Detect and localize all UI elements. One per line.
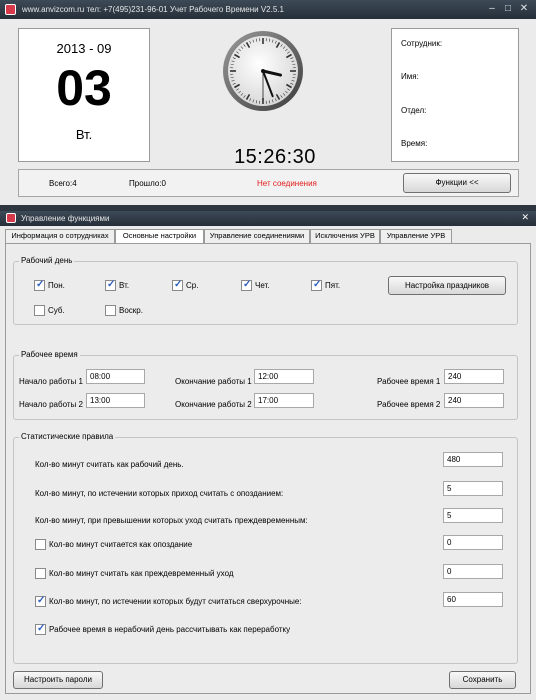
checkbox-mon-box[interactable] xyxy=(34,279,45,291)
start1-label: Начало работы 1 xyxy=(19,377,83,386)
work2-label: Рабочее время 2 xyxy=(377,400,441,409)
start2-input[interactable]: 13:00 xyxy=(86,393,145,408)
tab-employee-info[interactable]: Информация о сотрудниках xyxy=(5,229,115,243)
workday-group-title: Рабочий день xyxy=(19,256,75,265)
checkbox-mon-label: Пон. xyxy=(48,281,65,290)
employee-label: Сотрудник: xyxy=(401,39,443,48)
checkbox-tue-box[interactable] xyxy=(105,279,116,291)
checkbox-sat-label: Суб. xyxy=(48,306,65,315)
checkbox-fri-label: Пят. xyxy=(325,281,341,290)
main-settings-panel: Рабочий день Пон. Вт. Ср. Чет. Пят. Суб.… xyxy=(5,243,531,694)
tab-exceptions[interactable]: Исключения УРВ xyxy=(310,229,380,243)
rule-2-input[interactable]: 5 xyxy=(443,481,503,496)
work1-input[interactable]: 240 xyxy=(444,369,504,384)
workday-group: Рабочий день Пон. Вт. Ср. Чет. Пят. Суб.… xyxy=(13,256,518,325)
work1-label: Рабочее время 1 xyxy=(377,377,441,386)
rule-2-label: Кол-во минут, по истечении которых прихо… xyxy=(35,489,284,498)
app-icon xyxy=(6,213,16,223)
tab-time-management[interactable]: Управление УРВ xyxy=(380,229,452,243)
rule-6-input[interactable]: 60 xyxy=(443,592,503,607)
time-label: Время: xyxy=(401,139,428,148)
worktime-group-title: Рабочее время xyxy=(19,350,80,359)
start1-input[interactable]: 08:00 xyxy=(86,369,145,384)
date-panel: 2013 - 09 03 Вт. xyxy=(18,28,150,162)
rule-6-checkbox-box[interactable] xyxy=(35,595,46,607)
checkbox-thu-label: Чет. xyxy=(255,281,270,290)
holidays-settings-button[interactable]: Настройка праздников xyxy=(388,276,506,295)
checkbox-tue-label: Вт. xyxy=(119,281,130,290)
year-month: 2013 - 09 xyxy=(56,41,112,56)
name-label: Имя: xyxy=(401,72,419,81)
department-label: Отдел: xyxy=(401,106,427,115)
save-button[interactable]: Сохранить xyxy=(449,671,516,689)
stats-group-title: Статистические правила xyxy=(19,432,116,441)
checkbox-fri-box[interactable] xyxy=(311,279,322,291)
rule-7-checkbox-box[interactable] xyxy=(35,623,46,635)
rule-5-checkbox-box[interactable] xyxy=(35,568,46,579)
day-number: 03 xyxy=(56,60,112,116)
digital-time: 15:26:30 xyxy=(234,146,316,168)
connection-status: Нет соединения xyxy=(257,179,317,188)
end1-input[interactable]: 12:00 xyxy=(254,369,314,384)
main-title-bar: www.anvizcom.ru тел: +7(495)231-96-01 Уч… xyxy=(0,0,536,19)
start2-label: Начало работы 2 xyxy=(19,400,83,409)
checkbox-sat-box[interactable] xyxy=(34,305,45,316)
rule-4-label: Кол-во минут считается как опоздание xyxy=(49,540,193,549)
set-passwords-button[interactable]: Настроить пароли xyxy=(13,671,103,689)
total-count: Всего:4 xyxy=(49,179,77,188)
checkbox-wed-label: Ср. xyxy=(186,281,199,290)
functions-window: Управление функциями ✕ Информация о сотр… xyxy=(0,211,536,700)
checkbox-wed-box[interactable] xyxy=(172,279,183,291)
rule-3-input[interactable]: 5 xyxy=(443,508,503,523)
close-icon[interactable]: ✕ xyxy=(521,212,529,223)
rule-4-input[interactable]: 0 xyxy=(443,535,503,550)
stats-group: Статистические правила Кол-во минут счит… xyxy=(13,432,518,664)
weekday: Вт. xyxy=(75,127,93,142)
checkbox-sun-box[interactable] xyxy=(105,305,116,316)
rule-3-label: Кол-во минут, при превышении которых ухо… xyxy=(35,516,308,525)
main-window-title: www.anvizcom.ru тел: +7(495)231-96-01 Уч… xyxy=(22,5,284,14)
tab-connections[interactable]: Управление соединениями xyxy=(204,229,310,243)
functions-button[interactable]: Функции << xyxy=(403,173,511,193)
end1-label: Окончание работы 1 xyxy=(175,377,252,386)
checkbox-sun-label: Воскр. xyxy=(119,306,143,315)
end2-input[interactable]: 17:00 xyxy=(254,393,314,408)
checkbox-thu-box[interactable] xyxy=(241,279,252,291)
rule-1-input[interactable]: 480 xyxy=(443,452,503,467)
maximize-icon[interactable]: □ xyxy=(502,3,514,15)
clock-center xyxy=(261,69,265,73)
close-icon[interactable]: ✕ xyxy=(518,3,530,15)
end2-label: Окончание работы 2 xyxy=(175,400,252,409)
analog-clock xyxy=(223,31,303,111)
minimize-icon[interactable]: – xyxy=(486,3,498,15)
rule-5-input[interactable]: 0 xyxy=(443,564,503,579)
work2-input[interactable]: 240 xyxy=(444,393,504,408)
app-icon xyxy=(5,4,16,15)
functions-window-title: Управление функциями xyxy=(21,214,110,223)
rule-5-label: Кол-во минут считать как преждевременный… xyxy=(49,569,234,578)
worktime-group: Рабочее время Начало работы 1 08:00 Окон… xyxy=(13,350,518,420)
main-window: www.anvizcom.ru тел: +7(495)231-96-01 Уч… xyxy=(0,0,536,205)
rule-6-label: Кол-во минут, по истечении которых будут… xyxy=(49,597,302,606)
passed-count: Прошло:0 xyxy=(129,179,166,188)
employee-info-panel: Сотрудник: Имя: Отдел: Время: xyxy=(391,28,519,162)
rule-7-label: Рабочее время в нерабочий день рассчитыв… xyxy=(49,625,291,634)
functions-title-bar: Управление функциями ✕ xyxy=(0,211,536,226)
status-bar: Всего:4 Прошло:0 Нет соединения Функции … xyxy=(18,169,519,197)
tab-main-settings[interactable]: Основные настройки xyxy=(115,229,204,244)
rule-4-checkbox-box[interactable] xyxy=(35,539,46,550)
rule-1-label: Кол-во минут считать как рабочий день. xyxy=(35,460,184,469)
